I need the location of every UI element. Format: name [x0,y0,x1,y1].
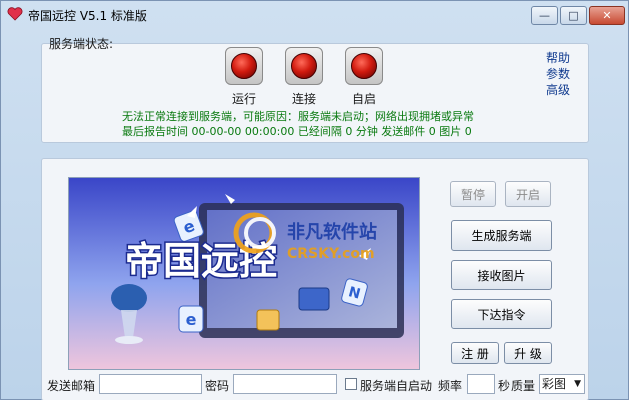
register-button[interactable]: 注 册 [451,342,499,364]
quality-select-value: 彩图 [542,377,567,391]
minimize-icon: — [539,9,550,22]
autostart-lamp-icon [345,47,383,85]
email-input[interactable] [99,374,202,394]
watermark-cn: 非凡软件站 [287,221,377,243]
frequency-input[interactable] [467,374,495,394]
frequency-label: 频率 [438,379,463,393]
run-lamp-icon [225,47,263,85]
advanced-link[interactable]: 高级 [546,81,570,98]
banner-image: e e N 帝国远控 非凡软件站 CRSKY.com [68,177,420,370]
seconds-label: 秒 [498,379,511,393]
quality-label: 质量 [511,379,536,393]
generate-server-button[interactable]: 生成服务端 [451,220,552,251]
watermark-en: CRSKY.com [287,246,375,262]
lamp-label-run: 运行 [232,92,257,106]
banner-artwork: e e N 帝国远控 非凡软件站 CRSKY.com [69,178,419,369]
password-label: 密码 [205,379,230,393]
lamp-label-connect: 连接 [292,92,317,106]
chevron-down-icon: ▼ [574,379,581,389]
maximize-icon: □ [568,9,579,22]
report-info: 最后报告时间 00-00-00 00:00:00 已经间隔 0 分钟 发送邮件 … [122,125,472,138]
status-label: 服务端状态: [49,37,114,51]
send-command-button[interactable]: 下达指令 [451,299,552,329]
params-link[interactable]: 参数 [546,65,570,82]
close-button[interactable]: ✕ [589,6,625,25]
pause-button[interactable]: 暂停 [450,181,496,207]
password-input[interactable] [233,374,337,394]
heart-app-icon [7,7,23,21]
upgrade-button[interactable]: 升 级 [504,342,552,364]
connect-lamp-icon [285,47,323,85]
quality-select[interactable]: 彩图 ▼ [539,374,585,394]
receive-images-button[interactable]: 接收图片 [451,260,552,290]
app-window: 帝国远控 V5.1 标准版 — □ ✕ 服务端状态: 运行 连接 自启 帮助 参… [0,0,629,400]
autostart-checkbox[interactable] [345,378,357,390]
minimize-button[interactable]: — [531,6,558,25]
maximize-button[interactable]: □ [560,6,587,25]
window-title: 帝国远控 V5.1 标准版 [28,9,147,23]
email-label: 发送邮箱 [47,379,96,393]
status-message: 无法正常连接到服务端，可能原因：服务端未启动；网络出现拥堵或异常 [122,110,474,123]
start-button[interactable]: 开启 [505,181,551,207]
help-link[interactable]: 帮助 [546,49,570,66]
close-icon: ✕ [602,9,612,22]
lamp-label-autostart: 自启 [352,92,377,106]
autostart-label: 服务端自启动 [360,379,433,393]
svg-text:e: e [186,310,197,329]
